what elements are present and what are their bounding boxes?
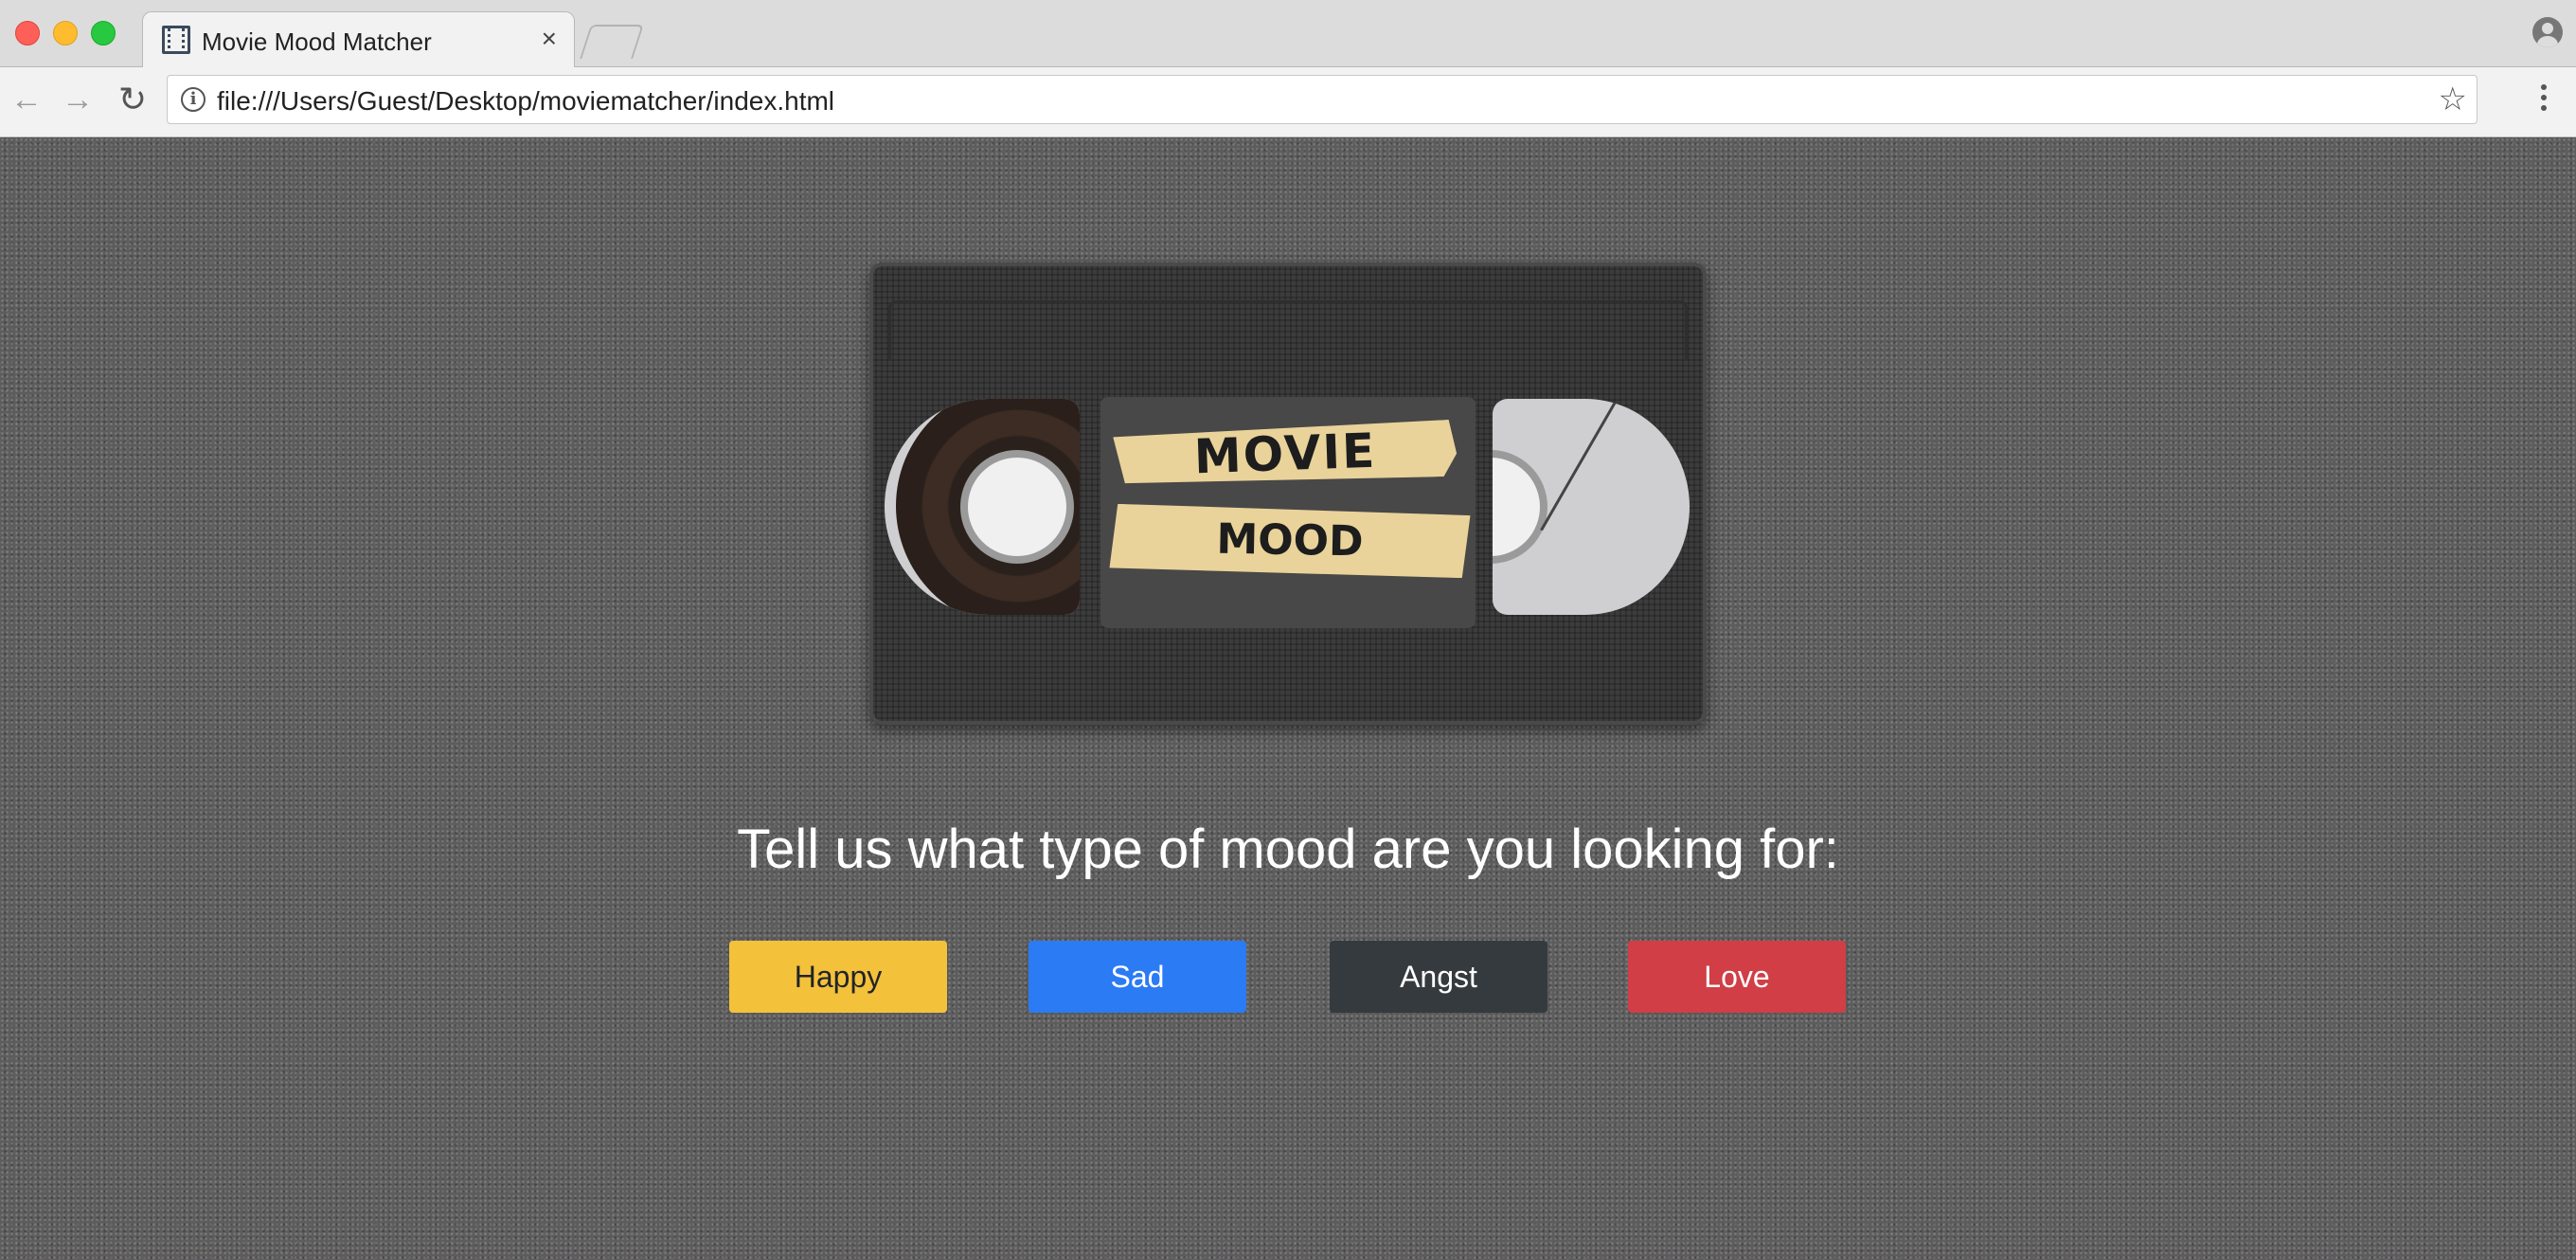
love-button[interactable]: Love (1628, 941, 1846, 1013)
forward-icon[interactable]: → (59, 81, 97, 118)
browser-toolbar: ← → ↻ i file:///Users/Guest/Desktop/movi… (0, 67, 2576, 137)
tab-strip: Movie Mood Matcher × (0, 0, 2576, 68)
mood-prompt: Tell us what type of mood are you lookin… (737, 819, 1839, 880)
cassette-label: MOVIE MOOD MATCHER (1100, 397, 1476, 628)
left-reel-hub (960, 450, 1074, 564)
close-window-button[interactable] (15, 21, 40, 45)
right-reel (1493, 399, 1690, 615)
cassette-top-edge (888, 300, 1688, 359)
profile-icon[interactable] (2532, 17, 2563, 47)
url-text[interactable]: file:///Users/Guest/Desktop/moviematcher… (217, 86, 834, 117)
label-line-1: MOVIE (1113, 420, 1458, 489)
label-line-2: MOOD MATCHER (1109, 504, 1470, 579)
vhs-cassette-logo: MOVIE MOOD MATCHER (869, 262, 1707, 725)
address-bar[interactable]: i file:///Users/Guest/Desktop/moviematch… (167, 75, 2478, 124)
back-icon[interactable]: ← (8, 81, 45, 118)
tab-title: Movie Mood Matcher (202, 27, 432, 56)
new-tab-button[interactable] (580, 25, 644, 59)
browser-chrome: Movie Mood Matcher × ← → ↻ i file:///Use… (0, 0, 2576, 137)
minimize-window-button[interactable] (53, 21, 78, 45)
reload-icon[interactable]: ↻ (114, 81, 152, 118)
page-content: MOVIE MOOD MATCHER Tell us what type of … (0, 137, 2576, 1260)
right-reel-hub (1493, 450, 1547, 564)
left-reel (885, 399, 1080, 615)
info-icon[interactable]: i (181, 87, 206, 112)
tape-line (1540, 399, 1619, 531)
kebab-menu-icon[interactable] (2540, 84, 2548, 118)
film-icon (162, 26, 190, 54)
happy-button[interactable]: Happy (729, 941, 947, 1013)
tab-close-icon[interactable]: × (542, 26, 557, 52)
sad-button[interactable]: Sad (1029, 941, 1246, 1013)
star-icon[interactable]: ☆ (2439, 81, 2467, 117)
angst-button[interactable]: Angst (1330, 941, 1547, 1013)
browser-tab-active[interactable]: Movie Mood Matcher × (142, 11, 575, 68)
zoom-window-button[interactable] (91, 21, 116, 45)
